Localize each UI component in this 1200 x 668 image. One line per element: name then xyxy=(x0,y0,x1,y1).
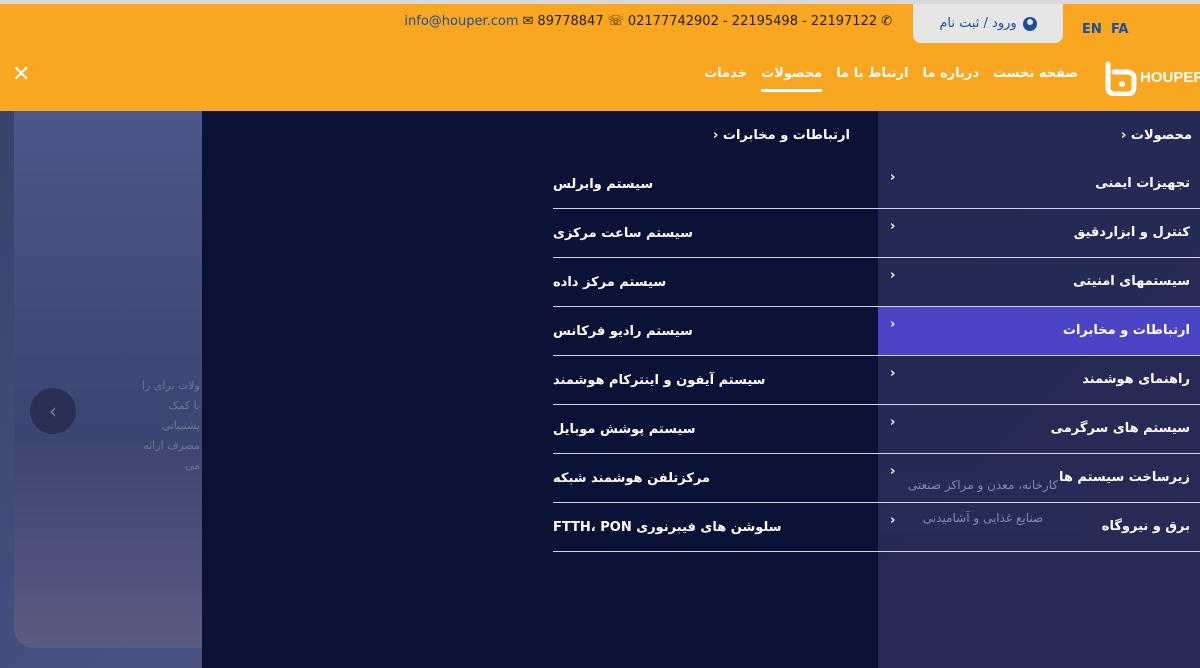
phone-icon: ✆ xyxy=(881,14,892,29)
category-item[interactable]: راهنمای هوشمند › xyxy=(878,356,1200,405)
category-item[interactable]: سیستمهای امنیتی › xyxy=(878,258,1200,307)
chevron-left-icon: ‹ xyxy=(49,399,57,423)
nav-home[interactable]: صفحه نخست xyxy=(993,66,1078,92)
submenu-title[interactable]: ارتباطات و مخابرات ‹ xyxy=(713,128,850,143)
submenu-item[interactable]: سیستم مرکز داده xyxy=(553,258,878,307)
submenu-item[interactable]: سیستم آیفون و اینترکام هوشمند xyxy=(553,356,878,405)
chevron-right-icon: › xyxy=(890,513,896,528)
chevron-right-icon: › xyxy=(890,268,896,283)
category-item[interactable]: زیرساخت سیستم ها › xyxy=(878,454,1200,503)
category-label: تجهیزات ایمنی xyxy=(1095,176,1190,191)
submenu-item[interactable]: سلوشن های فیبرنوری FTTH، PON xyxy=(553,503,878,552)
category-label: کنترل و ابزاردقیق xyxy=(1073,225,1190,240)
submenu-item[interactable]: سیستم پوشش موبایل xyxy=(553,405,878,454)
chevron-left-icon: ‹ xyxy=(712,128,719,143)
menu-root-title[interactable]: محصولات ‹ xyxy=(1121,128,1192,143)
category-item-active[interactable]: ارتباطات و مخابرات › xyxy=(878,307,1200,356)
main-nav: صفحه نخست درباره ما ارتباط با ما محصولات… xyxy=(704,66,1078,92)
close-menu-icon[interactable]: ✕ xyxy=(12,62,30,87)
logo-text: HOUPER xyxy=(1140,68,1200,86)
chevron-left-icon: ‹ xyxy=(1120,128,1127,143)
category-label: ارتباطات و مخابرات xyxy=(1062,323,1190,338)
contact-info: info@houper.com ✉ 89778847 ☏ 02177742902… xyxy=(404,14,892,29)
main-navbar: ✕ صفحه نخست درباره ما ارتباط با ما محصول… xyxy=(0,44,1200,111)
category-label: سیستمهای امنیتی xyxy=(1073,274,1190,289)
login-register-link[interactable]: ورود / ثبت نام xyxy=(913,4,1063,43)
email-link[interactable]: info@houper.com xyxy=(404,14,518,29)
lang-en-link[interactable]: EN xyxy=(1082,22,1102,37)
chevron-right-icon: › xyxy=(890,170,896,185)
envelope-icon: ✉ xyxy=(522,14,534,29)
houper-logo-icon xyxy=(1105,61,1137,96)
nav-products[interactable]: محصولات xyxy=(761,66,823,92)
category-label: زیرساخت سیستم ها xyxy=(1058,470,1190,485)
category-item[interactable]: سیستم های سرگرمی › xyxy=(878,405,1200,454)
category-item[interactable]: کنترل و ابزاردقیق › xyxy=(878,209,1200,258)
submenu-item[interactable]: سیستم ساعت مرکزی xyxy=(553,209,878,258)
nav-services[interactable]: خدمات xyxy=(704,66,747,92)
houper-logo[interactable]: HOUPER xyxy=(1104,58,1200,96)
chevron-right-icon: › xyxy=(890,366,896,381)
submenu-item[interactable]: سیستم رادیو فرکانس xyxy=(553,307,878,356)
phone-numbers: 02177742902 - 22195498 - 22197122 xyxy=(627,14,878,29)
category-item[interactable]: تجهیزات ایمنی › xyxy=(878,160,1200,209)
user-icon xyxy=(1022,16,1037,31)
menu-root-label: محصولات xyxy=(1130,128,1192,143)
slider-prev-button[interactable]: ‹ xyxy=(30,388,76,434)
lang-fa-link[interactable]: FA xyxy=(1111,22,1128,37)
fax-number: 89778847 xyxy=(537,14,604,29)
chevron-right-icon: › xyxy=(890,464,896,479)
chevron-right-icon: › xyxy=(890,219,896,234)
submenu-item[interactable]: مرکزتلفن هوشمند شبکه xyxy=(553,454,878,503)
login-label: ورود / ثبت نام xyxy=(939,16,1017,31)
submenu-item[interactable]: سیستم وایرلس xyxy=(553,160,878,209)
category-item[interactable]: برق و نیروگاه › xyxy=(878,503,1200,552)
hero-description: ولات برای را با کمک پشتیبانی مصرف ارائه … xyxy=(141,379,200,472)
top-bar: info@houper.com ✉ 89778847 ☏ 02177742902… xyxy=(0,0,1200,44)
chevron-right-icon: › xyxy=(890,415,896,430)
category-label: سیستم های سرگرمی xyxy=(1050,421,1190,436)
category-label: راهنمای هوشمند xyxy=(1082,372,1190,387)
nav-contact[interactable]: ارتباط با ما xyxy=(836,66,908,92)
nav-about[interactable]: درباره ما xyxy=(923,66,980,92)
submenu-title-label: ارتباطات و مخابرات xyxy=(722,128,850,143)
chevron-right-icon: › xyxy=(890,317,896,332)
category-label: برق و نیروگاه xyxy=(1101,519,1190,534)
fax-icon: ☏ xyxy=(607,14,624,29)
